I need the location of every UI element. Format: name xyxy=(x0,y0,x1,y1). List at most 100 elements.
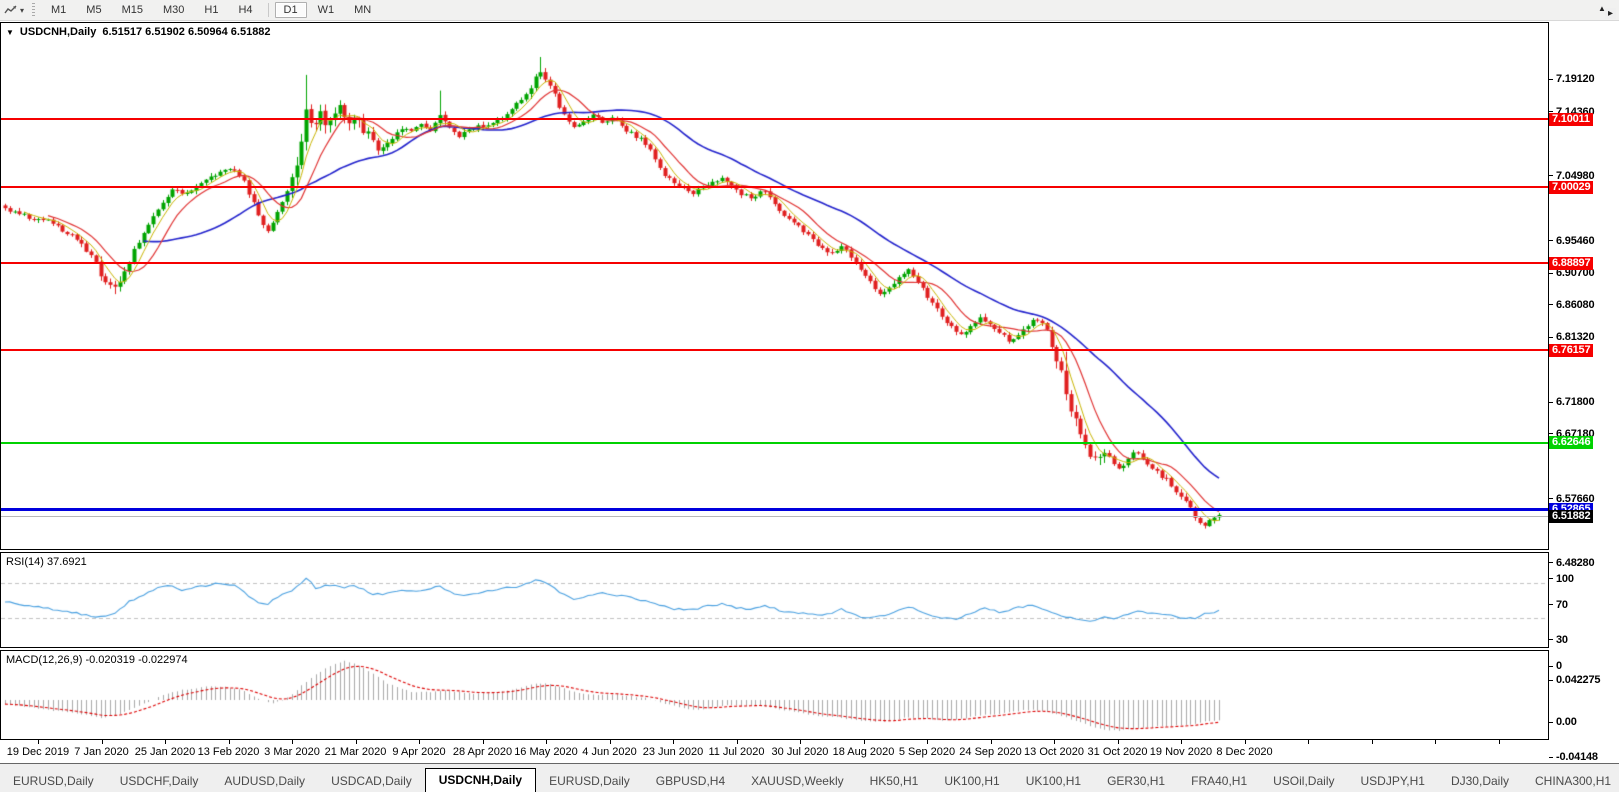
chart-tab-usdcad-daily[interactable]: USDCAD,Daily xyxy=(318,771,425,792)
indicator-axis-tick: 100 xyxy=(1549,573,1574,585)
price-badge-7.00029: 7.00029 xyxy=(1549,180,1594,194)
date-tick xyxy=(1371,740,1373,744)
macd-label: MACD(12,26,9) -0.020319 -0.022974 xyxy=(6,654,188,666)
date-tick xyxy=(1435,740,1436,744)
level-line-6.51882[interactable] xyxy=(1,515,1548,517)
tick-dash xyxy=(1549,679,1553,681)
price-axis-tick: 7.19120 xyxy=(1549,73,1595,85)
date-tick xyxy=(863,740,865,744)
indicator-axis-tick: 0 xyxy=(1549,660,1562,672)
indicator-axis-tick: 0.042275 xyxy=(1549,674,1600,686)
chart-tab-fra40-h1[interactable]: FRA40,H1 xyxy=(1178,771,1260,792)
date-tick xyxy=(1244,740,1246,744)
date-axis: 19 Dec 2019 7 Jan 2020 25 Jan 2020 13 Feb 2… xyxy=(0,740,1619,763)
date-tick xyxy=(292,740,293,744)
price-axis-tick: 7.04980 xyxy=(1549,170,1595,182)
date-tick xyxy=(736,740,738,744)
chart-tab-usdjpy-h1[interactable]: USDJPY,H1 xyxy=(1347,771,1437,792)
level-line-7.10011[interactable] xyxy=(1,118,1548,121)
chart-tab-xauusd-weekly[interactable]: XAUUSD,Weekly xyxy=(738,771,856,792)
price-chart-panel: ▼ USDCNH,Daily 6.51517 6.51902 6.50964 6… xyxy=(0,22,1549,550)
tab-scroll-right-icon[interactable]: ▸ xyxy=(1604,8,1616,19)
chart-context-caret-icon[interactable]: ▼ xyxy=(6,28,14,37)
tick-dash xyxy=(1549,498,1553,500)
macd-canvas[interactable] xyxy=(1,651,1548,739)
tick-dash xyxy=(1549,272,1553,274)
level-line-6.62646[interactable] xyxy=(1,441,1548,444)
timeframe-button-m5[interactable]: M5 xyxy=(77,2,110,18)
timeframe-button-d1[interactable]: D1 xyxy=(274,2,307,18)
timeframe-button-h4[interactable]: H4 xyxy=(229,2,261,18)
timeframe-button-m30[interactable]: M30 xyxy=(154,2,193,18)
tick-dash xyxy=(1549,639,1553,641)
timeframe-button-w1[interactable]: W1 xyxy=(309,2,344,18)
price-axis-tick: 6.71800 xyxy=(1549,396,1595,408)
tick-dash xyxy=(1549,336,1553,338)
chart-tab-dj30-daily[interactable]: DJ30,Daily xyxy=(1438,771,1522,792)
tick-dash xyxy=(1549,721,1553,723)
price-axis-tick: 6.86080 xyxy=(1549,299,1595,311)
level-line-6.76157[interactable] xyxy=(1,349,1548,352)
date-tick xyxy=(1308,740,1309,744)
timeframe-button-m1[interactable]: M1 xyxy=(42,2,75,18)
chart-tab-gbpusd-h4[interactable]: GBPUSD,H4 xyxy=(643,771,738,792)
tick-dash xyxy=(1549,562,1553,564)
chart-tab-china300-h1[interactable]: CHINA300,H1 xyxy=(1522,771,1619,792)
chart-title: ▼ USDCNH,Daily 6.51517 6.51902 6.50964 6… xyxy=(6,26,271,38)
tick-dash xyxy=(1549,665,1553,667)
chart-tab-usdchf-daily[interactable]: USDCHF,Daily xyxy=(107,771,212,792)
tick-dash xyxy=(1549,578,1553,580)
timeframe-button-m15[interactable]: M15 xyxy=(113,2,152,18)
chart-tab-usoil-daily[interactable]: USOil,Daily xyxy=(1260,771,1347,792)
date-tick xyxy=(1054,740,1055,744)
chart-tab-uk100-h1[interactable]: UK100,H1 xyxy=(931,771,1012,792)
date-tick xyxy=(355,740,357,744)
chart-tab-eurusd-daily[interactable]: EURUSD,Daily xyxy=(0,771,107,792)
macd-panel: MACD(12,26,9) -0.020319 -0.022974 xyxy=(0,650,1549,740)
chart-tab-audusd-daily[interactable]: AUDUSD,Daily xyxy=(211,771,318,792)
rsi-canvas[interactable] xyxy=(1,553,1548,647)
chart-tab-ger30-h1[interactable]: GER30,H1 xyxy=(1094,771,1178,792)
tick-dash xyxy=(1549,175,1553,177)
date-label: 8 Dec 2020 xyxy=(1216,746,1273,758)
date-tick xyxy=(546,740,547,744)
chart-tab-eurusd-daily[interactable]: EURUSD,Daily xyxy=(536,771,643,792)
chart-tab-uk100-h1[interactable]: UK100,H1 xyxy=(1013,771,1094,792)
date-tick xyxy=(482,740,484,744)
indicator-axis-tick: 0.00 xyxy=(1549,716,1577,728)
rsi-panel: RSI(14) 37.6921 xyxy=(0,552,1549,648)
date-tick xyxy=(228,740,230,744)
chevron-down-icon: ▾ xyxy=(20,5,25,15)
chart-cursor-icon[interactable]: ▾ xyxy=(4,4,24,16)
date-tick xyxy=(101,740,103,744)
date-tick xyxy=(38,740,39,744)
tick-dash xyxy=(1549,78,1553,80)
level-line-6.52865[interactable] xyxy=(1,508,1548,512)
price-badge-7.10011: 7.10011 xyxy=(1549,112,1593,126)
mt4-window: { "toolbar": { "caret_glyph": "▾", "time… xyxy=(0,0,1619,792)
chart-tab-hk50-h1[interactable]: HK50,H1 xyxy=(857,771,932,792)
price-axis-tick: 6.81320 xyxy=(1549,331,1595,343)
level-line-6.88897[interactable] xyxy=(1,262,1548,265)
price-badge-6.51882: 6.51882 xyxy=(1549,509,1594,523)
date-tick xyxy=(990,740,992,744)
chart-symbol-label: USDCNH,Daily xyxy=(19,26,97,38)
date-tick xyxy=(800,740,801,744)
rsi-label: RSI(14) 37.6921 xyxy=(6,556,87,568)
indicator-axis-tick: 30 xyxy=(1549,634,1568,646)
price-chart-canvas[interactable] xyxy=(1,23,1548,549)
timeframe-buttons: M1 M5 M15 M30 H1 H4 D1 W1 MN xyxy=(41,2,381,18)
right-axis: 7.19120 7.14360 7.04980 6.95460 6.90700 6.860… xyxy=(1548,22,1619,763)
toolbar-grip[interactable] xyxy=(32,3,36,17)
timeframe-button-mn[interactable]: MN xyxy=(345,2,380,18)
level-line-7.00029[interactable] xyxy=(1,186,1548,189)
price-badge-6.88897: 6.88897 xyxy=(1549,256,1594,270)
date-tick xyxy=(673,740,674,744)
toolbar-separator xyxy=(267,3,269,17)
timeframe-button-h1[interactable]: H1 xyxy=(195,2,227,18)
price-badge-6.76157: 6.76157 xyxy=(1549,343,1594,357)
chart-tab-usdcnh-daily[interactable]: USDCNH,Daily xyxy=(424,768,537,792)
date-tick xyxy=(609,740,611,744)
indicator-axis-tick: 70 xyxy=(1549,599,1568,611)
timeframe-toolbar: ▾ M1 M5 M15 M30 H1 H4 D1 W1 MN ▲ xyxy=(0,0,1619,21)
